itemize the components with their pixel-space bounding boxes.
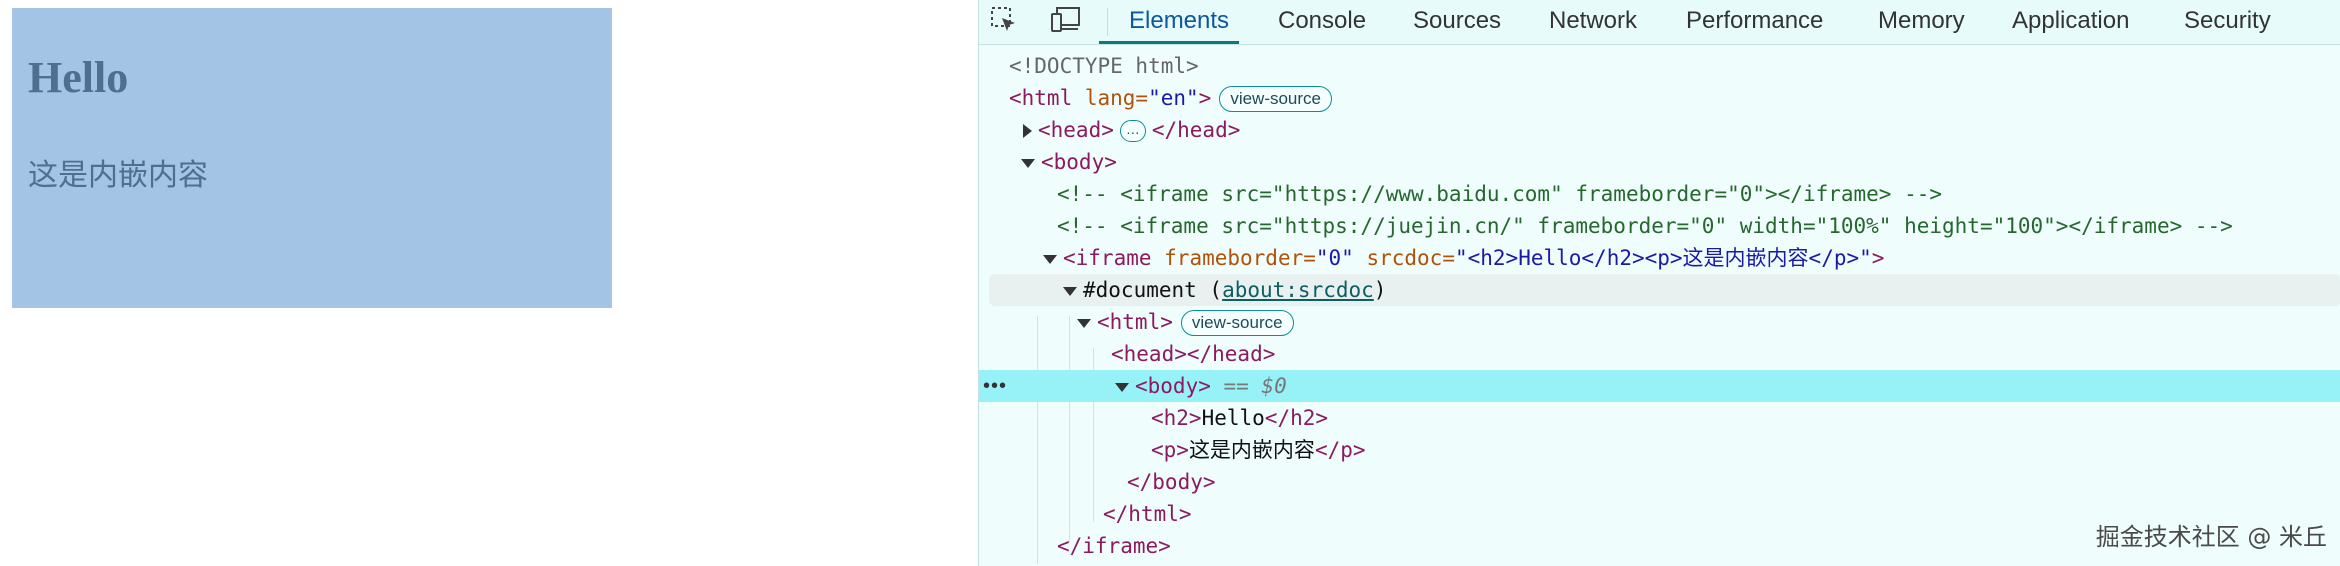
head-close-tag: </head> xyxy=(1151,118,1241,142)
srcdoc-attr-name: srcdoc= xyxy=(1353,246,1455,270)
collapse-triangle-icon[interactable] xyxy=(1063,286,1077,296)
body-node: <body> xyxy=(1021,146,1117,178)
tab-network[interactable]: Network xyxy=(1549,6,1637,36)
doctype-node: <!DOCTYPE html> xyxy=(1009,54,1199,78)
tree-row-html[interactable]: <html lang="en"> view-source xyxy=(979,82,2340,114)
tree-row-h2[interactable]: <h2>Hello</h2> xyxy=(979,402,2340,434)
iframe-node: <iframe frameborder="0" srcdoc="<h2>Hell… xyxy=(1043,242,1884,274)
tree-row-inner-body-close[interactable]: </body> xyxy=(979,466,2340,498)
tab-console[interactable]: Console xyxy=(1278,6,1366,36)
row-more-dots-icon[interactable]: ••• xyxy=(983,370,1007,402)
console-ref-indicator: == $0 xyxy=(1210,374,1287,398)
srcdoc-attr-value: "<h2>Hello</h2><p>这是内嵌内容</p>" xyxy=(1454,246,1872,270)
h2-open-tag: <h2> xyxy=(1151,406,1202,430)
iframe-open-tag: <iframe xyxy=(1063,246,1152,270)
view-source-badge[interactable]: view-source xyxy=(1219,86,1333,112)
tree-row-comment[interactable]: <!-- <iframe src="https://juejin.cn/" fr… xyxy=(979,210,2340,242)
lang-attr-value: "en" xyxy=(1148,86,1199,110)
inner-html-close-tag: </html> xyxy=(1103,502,1192,526)
tree-row-comment[interactable]: <!-- <iframe src="https://www.baidu.com"… xyxy=(979,178,2340,210)
inner-head-node: <head></head> xyxy=(1111,342,1276,366)
devtools-toolbar: Elements Console Sources Network Perform… xyxy=(979,0,2340,45)
tab-security[interactable]: Security xyxy=(2184,6,2271,36)
collapse-triangle-icon[interactable] xyxy=(1021,158,1035,168)
html-node: <html lang="en"> view-source xyxy=(1009,82,1333,114)
frameborder-attr-name: frameborder= xyxy=(1151,246,1316,270)
tab-memory[interactable]: Memory xyxy=(1878,6,1965,36)
lang-attr-name: lang= xyxy=(1072,86,1149,110)
elements-tree: <!DOCTYPE html> <html lang="en"> view-sou… xyxy=(979,44,2340,566)
tab-elements[interactable]: Elements xyxy=(1129,6,1229,36)
iframe-heading: Hello xyxy=(28,53,129,102)
page-viewport: Hello 这是内嵌内容 xyxy=(0,0,978,566)
tag-bracket: > xyxy=(1198,86,1212,110)
collapse-triangle-icon[interactable] xyxy=(1115,382,1129,392)
head-open-tag: <head> xyxy=(1038,118,1114,142)
tree-row-head[interactable]: <head>… </head> xyxy=(979,114,2340,146)
tree-row-inner-head[interactable]: <head></head> xyxy=(979,338,2340,370)
h2-text: Hello xyxy=(1201,406,1265,430)
p-open-tag: <p> xyxy=(1151,438,1189,462)
tree-row-p[interactable]: <p>这是内嵌内容</p> xyxy=(979,434,2340,466)
p-node: <p>这是内嵌内容</p> xyxy=(1151,434,1366,466)
inner-html-tag: <html> xyxy=(1097,310,1173,334)
devtools-panel: Elements Console Sources Network Perform… xyxy=(978,0,2340,566)
device-toolbar-icon[interactable] xyxy=(1049,4,1083,36)
comment-node: <!-- <iframe src="https://juejin.cn/" fr… xyxy=(1057,214,2233,238)
inner-body-tag: <body> xyxy=(1135,374,1211,398)
tree-row-inner-body-selected[interactable]: ••• <body> == $0 xyxy=(979,370,2340,402)
tree-row-body[interactable]: <body> xyxy=(979,146,2340,178)
head-node: <head>… </head> xyxy=(1023,114,1240,146)
frameborder-attr-value: "0" xyxy=(1315,246,1354,270)
tab-performance[interactable]: Performance xyxy=(1686,6,1823,36)
view-source-badge[interactable]: view-source xyxy=(1180,310,1294,336)
collapse-triangle-icon[interactable] xyxy=(1077,318,1091,328)
iframe-frame: Hello 这是内嵌内容 xyxy=(12,8,612,308)
tree-row-doctype[interactable]: <!DOCTYPE html> xyxy=(979,50,2340,82)
body-open-tag: <body> xyxy=(1041,150,1117,174)
h2-node: <h2>Hello</h2> xyxy=(1151,402,1328,434)
document-close-paren: ) xyxy=(1373,278,1387,302)
tab-sources[interactable]: Sources xyxy=(1413,6,1501,36)
about-srcdoc-link[interactable]: about:srcdoc xyxy=(1222,278,1374,302)
p-close-tag: </p> xyxy=(1314,438,1366,462)
collapsed-ellipsis-badge[interactable]: … xyxy=(1119,120,1146,142)
comment-node: <!-- <iframe src="https://www.baidu.com"… xyxy=(1057,182,1943,206)
tree-row-iframe[interactable]: <iframe frameborder="0" srcdoc="<h2>Hell… xyxy=(979,242,2340,274)
tab-application[interactable]: Application xyxy=(2012,6,2129,36)
html-tag: <html xyxy=(1009,86,1073,110)
tag-bracket: > xyxy=(1871,246,1885,270)
expand-triangle-icon[interactable] xyxy=(1023,124,1032,138)
toolbar-divider xyxy=(1107,8,1108,36)
iframe-close-tag: </iframe> xyxy=(1057,534,1171,558)
document-node: #document (about:srcdoc) xyxy=(1063,274,1386,306)
inner-html-node: <html> view-source xyxy=(1077,306,1294,338)
document-label: #document ( xyxy=(1083,278,1223,302)
h2-close-tag: </h2> xyxy=(1264,406,1329,430)
tree-row-document[interactable]: #document (about:srcdoc) xyxy=(989,274,2340,306)
inner-body-node: <body> == $0 xyxy=(1115,370,1287,402)
collapse-triangle-icon[interactable] xyxy=(1043,254,1057,264)
p-text: 这是内嵌内容 xyxy=(1188,438,1315,462)
inspect-element-icon[interactable] xyxy=(987,4,1021,36)
tree-row-inner-html[interactable]: <html> view-source xyxy=(979,306,2340,338)
watermark: 掘金技术社区 @ 米丘 xyxy=(2095,523,2327,551)
iframe-paragraph: 这是内嵌内容 xyxy=(28,158,208,193)
inner-body-close-tag: </body> xyxy=(1127,470,1216,494)
